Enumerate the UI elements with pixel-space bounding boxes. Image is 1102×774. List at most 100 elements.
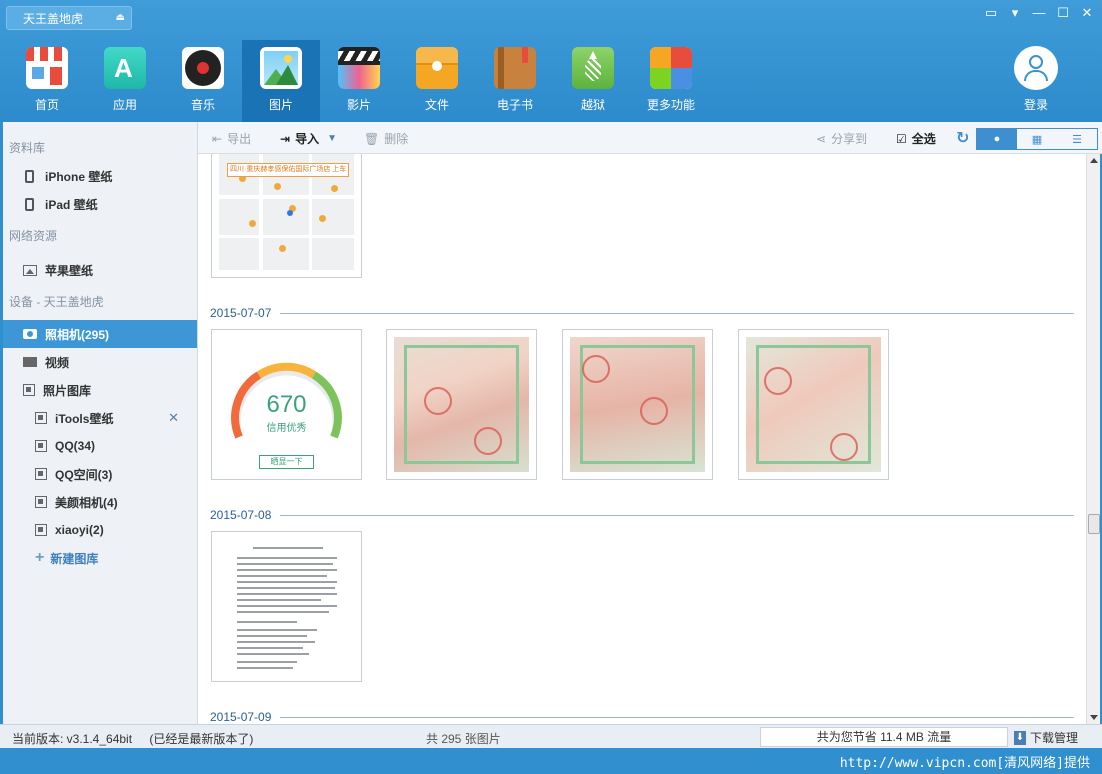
import-label: 导入 xyxy=(295,132,320,146)
section-network: 网络资源 xyxy=(9,229,58,243)
close-icon[interactable]: ✕ xyxy=(168,410,179,426)
photo-thumbnail[interactable] xyxy=(386,329,537,480)
sidebar-item-album[interactable]: iTools壁纸 ✕ xyxy=(3,404,197,432)
sidebar-item-label: 照相机(295) xyxy=(45,327,110,342)
sidebar-item-apple-wallpaper[interactable]: 苹果壁纸 xyxy=(3,256,197,284)
itools-window: 天王盖地虎 ⏏ ▭ ▾ — ☐ ✕ 首页 A 应用 音乐 图片 影片 文件 电子… xyxy=(0,0,1102,774)
nav-movies[interactable]: 影片 xyxy=(320,40,398,122)
date-divider xyxy=(280,313,1074,314)
watermark-text: http://www.vipcn.com[清风网络]提供 xyxy=(839,756,1090,771)
check-icon: ☑ xyxy=(896,131,907,146)
folder-icon xyxy=(416,47,458,89)
clapperboard-icon xyxy=(338,47,380,89)
select-all-label: 全选 xyxy=(911,132,936,146)
new-album-button[interactable]: + 新建图库 xyxy=(3,544,197,572)
select-all-button[interactable]: ☑ 全选 xyxy=(896,130,936,147)
nav-photos[interactable]: 图片 xyxy=(242,40,320,122)
nav-files[interactable]: 文件 xyxy=(398,40,476,122)
scroll-up-icon[interactable] xyxy=(1090,158,1098,163)
nav-music[interactable]: 音乐 xyxy=(164,40,242,122)
sidebar-item-label: 美颜相机(4) xyxy=(55,495,118,510)
sidebar-item-photo-library[interactable]: 照片图库 xyxy=(3,376,197,404)
share-button[interactable]: ⋖ 分享到 xyxy=(816,130,867,147)
maximize-icon[interactable]: ☐ xyxy=(1054,4,1072,22)
minimize-icon[interactable]: — xyxy=(1030,4,1048,22)
sidebar-item-album[interactable]: QQ空间(3) xyxy=(3,460,197,488)
nav-label: 音乐 xyxy=(190,98,215,112)
share-label: 分享到 xyxy=(831,132,868,146)
top-header: 天王盖地虎 ⏏ ▭ ▾ — ☐ ✕ 首页 A 应用 音乐 图片 影片 文件 电子… xyxy=(0,0,1102,122)
sidebar-item-label: iPad 壁纸 xyxy=(45,197,98,212)
list-view-button[interactable]: ☰ xyxy=(1057,129,1097,149)
nav-label: 更多功能 xyxy=(646,98,695,112)
grid-view-button[interactable]: ▦ xyxy=(1017,129,1057,149)
credit-score-value: 670 xyxy=(266,391,307,418)
nav-label: 影片 xyxy=(346,98,371,112)
photo-toolbar: ⇤ 导出 ⇥ 导入 ▼ 🗑 删除 ⋖ 分享到 ☑ 全选 ↻ ● ▦ ☰ xyxy=(198,122,1102,154)
login-button[interactable]: 登录 xyxy=(1012,46,1060,113)
sidebar-item-ipad-wallpaper[interactable]: iPad 壁纸 xyxy=(3,190,197,218)
close-icon[interactable]: ✕ xyxy=(1078,4,1096,22)
camera-icon xyxy=(23,329,37,339)
main-nav: 首页 A 应用 音乐 图片 影片 文件 电子书 越狱 更多功能 xyxy=(8,40,710,122)
chevron-down-icon[interactable]: ▼ xyxy=(327,133,337,144)
photo-thumbnail[interactable]: 670 信用优秀 晒显一下 xyxy=(211,329,362,480)
sidebar: 资料库 iPhone 壁纸 iPad 壁纸 网络资源 苹果壁纸 设备 - 天王盖… xyxy=(0,122,198,724)
sidebar-item-video[interactable]: 视频 xyxy=(3,348,197,376)
grid-icon: ▦ xyxy=(1031,133,1043,146)
credit-score-image: 670 信用优秀 晒显一下 xyxy=(219,337,354,472)
delete-button[interactable]: 🗑 删除 xyxy=(364,130,408,147)
photo-thumbnail[interactable] xyxy=(562,329,713,480)
sidebar-item-label: 照片图库 xyxy=(43,383,92,398)
sidebar-item-album[interactable]: 美颜相机(4) xyxy=(3,488,197,516)
section-device: 设备 - 天王盖地虎 xyxy=(9,295,104,309)
photo-thumbnail[interactable] xyxy=(211,531,362,682)
phone-icon xyxy=(25,169,34,183)
view-switch: ● ▦ ☰ xyxy=(976,128,1098,150)
scrollbar-thumb[interactable] xyxy=(1088,514,1100,534)
sidebar-item-album[interactable]: xiaoyi(2) xyxy=(3,516,197,544)
device-tab[interactable]: 天王盖地虎 ⏏ xyxy=(6,6,132,30)
feedback-icon[interactable]: ▭ xyxy=(982,4,1000,22)
nav-jailbreak[interactable]: 越狱 xyxy=(554,40,632,122)
pineapple-icon xyxy=(572,47,614,89)
sidebar-item-album[interactable]: QQ(34) xyxy=(3,432,197,460)
date-label: 2015-07-08 xyxy=(210,508,272,522)
refresh-icon[interactable]: ↻ xyxy=(956,128,969,148)
picture-icon xyxy=(23,264,37,276)
date-header: 2015-07-07 xyxy=(210,306,1074,326)
album-icon xyxy=(35,412,47,424)
sidebar-item-label: iTools壁纸 xyxy=(55,411,114,426)
photo-thumbnail[interactable]: 四川·重庆赫孝感保佑国际广场店 上车 xyxy=(211,154,362,278)
nav-apps[interactable]: A 应用 xyxy=(86,40,164,122)
menu-icon[interactable]: ▾ xyxy=(1006,4,1024,22)
delete-label: 删除 xyxy=(384,132,409,146)
date-header: 2015-07-09 xyxy=(210,710,1074,724)
certificate-photo-image xyxy=(394,337,529,472)
traffic-saved: 共为您节省 11.4 MB 流量 xyxy=(760,727,1008,747)
nav-label: 电子书 xyxy=(496,98,533,112)
document-photo-image xyxy=(219,539,354,674)
nav-label: 应用 xyxy=(112,98,137,112)
export-button[interactable]: ⇤ 导出 xyxy=(212,130,251,147)
version-text: 当前版本: v3.1.4_64bit (已经是最新版本了) xyxy=(12,730,253,747)
timeline-view-button[interactable]: ● xyxy=(977,129,1017,149)
nav-home[interactable]: 首页 xyxy=(8,40,86,122)
import-button[interactable]: ⇥ 导入 ▼ xyxy=(280,130,337,147)
eject-icon[interactable]: ⏏ xyxy=(116,12,125,23)
sidebar-item-label: QQ空间(3) xyxy=(55,467,113,482)
export-label: 导出 xyxy=(227,132,252,146)
nav-ebooks[interactable]: 电子书 xyxy=(476,40,554,122)
nav-more[interactable]: 更多功能 xyxy=(632,40,710,122)
vertical-scrollbar[interactable] xyxy=(1086,154,1100,724)
photo-thumbnail[interactable] xyxy=(738,329,889,480)
sidebar-item-iphone-wallpaper[interactable]: iPhone 壁纸 xyxy=(3,162,197,190)
sidebar-item-camera[interactable]: 照相机(295) xyxy=(3,320,197,348)
scroll-down-icon[interactable] xyxy=(1090,715,1098,720)
album-icon xyxy=(35,440,47,452)
clock-icon: ● xyxy=(993,133,1001,145)
download-manager-button[interactable]: ⬇ 下载管理 xyxy=(1014,729,1078,746)
download-label: 下载管理 xyxy=(1030,731,1079,745)
device-tab-label: 天王盖地虎 xyxy=(23,11,84,26)
certificate-photo-image xyxy=(746,337,881,472)
